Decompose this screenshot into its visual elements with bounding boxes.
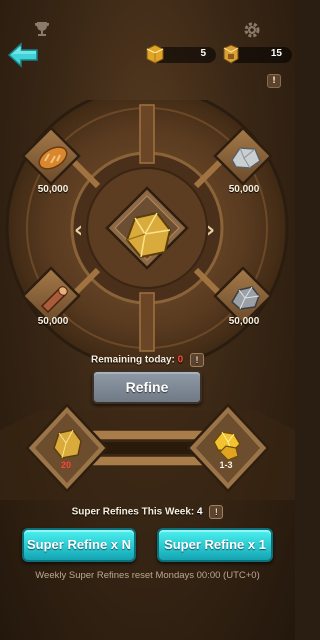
super-refine-panel xyxy=(0,403,295,500)
bread-amount: 50,000 xyxy=(37,184,69,195)
iron-amount: 50,000 xyxy=(228,316,260,327)
iron-ore-icon xyxy=(231,286,260,310)
currency-gold-cube-value: 5 xyxy=(200,48,206,59)
bread-icon xyxy=(38,146,68,170)
gold-cube-icon xyxy=(146,44,164,64)
super-refine-n-button[interactable]: Super Refine x N xyxy=(22,528,136,562)
wood-amount: 50,000 xyxy=(37,316,69,327)
super-refine-1-button[interactable]: Super Refine x 1 xyxy=(157,528,273,562)
gold-ore-icon xyxy=(125,211,172,259)
super-info-button[interactable]: ! xyxy=(209,505,224,519)
super-refines-week: Super Refines This Week: 4 ! xyxy=(0,505,295,519)
currency-refined-gold-value: 15 xyxy=(270,48,282,59)
remaining-today: Remaining today: 0 ! xyxy=(0,353,295,369)
stone-amount: 50,000 xyxy=(228,184,260,195)
gold-ore-small-icon xyxy=(53,429,82,459)
remaining-value: 0 xyxy=(177,354,184,366)
remaining-label: Remaining today: xyxy=(90,354,175,366)
top-bar xyxy=(0,0,295,40)
previous-arrow-icon[interactable]: ‹ xyxy=(74,220,88,242)
refine-info-button[interactable]: ! xyxy=(190,353,205,367)
stone-icon xyxy=(231,147,261,169)
week-value: 4 xyxy=(197,506,203,518)
wood-log-icon xyxy=(40,286,68,314)
back-arrow-icon[interactable] xyxy=(6,42,40,68)
refined-gold-icon xyxy=(223,44,239,64)
super-input-count: 20 xyxy=(60,460,71,470)
info-button[interactable]: ! xyxy=(267,74,281,88)
next-arrow-icon[interactable]: › xyxy=(206,220,220,242)
week-label-text: Super Refines This Week: xyxy=(71,506,195,518)
currency-refined-gold: 15 xyxy=(223,44,292,64)
super-output-count: 1-3 xyxy=(219,460,233,470)
trophy-icon[interactable] xyxy=(33,20,51,38)
currency-gold-cube: 5 xyxy=(146,44,216,64)
gear-icon[interactable] xyxy=(243,21,261,39)
refine-button[interactable]: Refine xyxy=(92,370,202,404)
reset-note: Weekly Super Refines reset Mondays 00:00… xyxy=(35,570,260,581)
